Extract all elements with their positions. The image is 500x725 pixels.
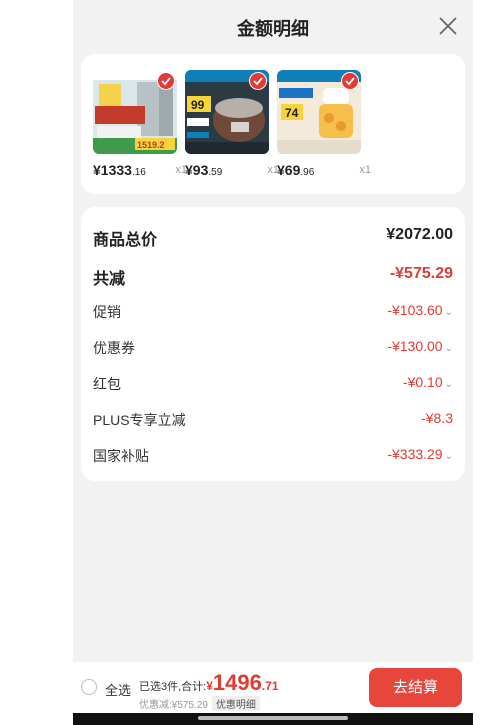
product-price: ¥93.59 — [185, 162, 222, 178]
price-decimal: .16 — [131, 167, 146, 178]
sheet-header: 金额明细 — [73, 0, 473, 54]
detail-row-promotion[interactable]: 促销 -¥103.60 ⌄ — [93, 299, 453, 323]
amount-detail-card: 商品总价 ¥2072.00 共减 -¥575.29 促销 -¥103.60 ⌄ 优… — [81, 207, 465, 481]
product-price: ¥1333.16 — [93, 162, 146, 178]
detail-label: 促销 — [93, 304, 121, 320]
products-card: 1519.2 ¥1333.16 x1 99 ¥93.59 x1 74 ¥69.9… — [81, 54, 465, 194]
chevron-down-icon: ⌄ — [444, 451, 453, 462]
chevron-down-icon: ⌄ — [444, 379, 453, 390]
product-quantity: x1 — [359, 164, 371, 176]
price-integer: ¥93 — [185, 162, 209, 178]
detail-label: 优惠券 — [93, 340, 135, 356]
price-integer: ¥1333 — [93, 162, 132, 178]
detail-label: 商品总价 — [93, 232, 158, 249]
discount-line: 优惠减:¥575.29 优惠明细 — [139, 696, 260, 711]
detail-value: -¥575.29 — [389, 265, 453, 282]
product-image: 99 — [185, 70, 269, 154]
check-icon[interactable] — [157, 72, 175, 90]
product-item[interactable]: 99 ¥93.59 x1 — [185, 70, 279, 178]
detail-label: 国家补贴 — [93, 448, 149, 464]
order-summary: 已选3件,合计:¥1496.71 — [139, 670, 279, 696]
price-integer: ¥69 — [277, 162, 301, 178]
discount-detail-button[interactable]: 优惠明细 — [211, 696, 260, 711]
detail-row-subsidy[interactable]: 国家补贴 -¥333.29 ⌄ — [93, 443, 453, 467]
detail-value: -¥130.00 ⌄ — [387, 338, 453, 354]
detail-row-red-packet[interactable]: 红包 -¥0.10 ⌄ — [93, 371, 453, 395]
discount-text: 优惠减:¥575.29 — [139, 700, 208, 711]
product-item[interactable]: 74 ¥69.96 x1 — [277, 70, 371, 178]
select-all-label[interactable]: 全选 — [105, 680, 131, 699]
detail-label: 共减 — [93, 271, 126, 288]
detail-row-coupon[interactable]: 优惠券 -¥130.00 ⌄ — [93, 335, 453, 359]
detail-value: -¥8.3 — [421, 410, 453, 426]
product-item[interactable]: 1519.2 ¥1333.16 x1 — [93, 70, 187, 178]
product-banner: 74 — [285, 106, 299, 120]
detail-value: -¥333.29 ⌄ — [387, 446, 453, 462]
checkout-bar: 全选 已选3件,合计:¥1496.71 优惠减:¥575.29 优惠明细 去结算 — [73, 662, 473, 713]
checkout-button[interactable]: 去结算 — [369, 668, 462, 707]
home-indicator — [73, 713, 473, 725]
page-title: 金额明细 — [237, 19, 309, 39]
product-price: ¥69.96 — [277, 162, 314, 178]
product-image: 74 — [277, 70, 361, 154]
select-all-radio[interactable] — [81, 679, 97, 695]
chevron-down-icon: ⌄ — [444, 307, 453, 318]
chevron-down-icon: ⌄ — [444, 343, 453, 354]
detail-row-reduction: 共减 -¥575.29 — [93, 262, 453, 288]
selected-summary: 已选3件,合计: — [139, 681, 207, 693]
detail-label: 红包 — [93, 376, 121, 392]
total-amount: ¥1496.71 — [206, 670, 279, 695]
close-icon[interactable] — [437, 15, 459, 37]
product-image: 1519.2 — [93, 70, 177, 154]
detail-label: PLUS专享立减 — [93, 412, 186, 428]
detail-value: ¥2072.00 — [386, 226, 453, 243]
amount-detail-sheet: 金额明细 1519.2 ¥1333.16 x1 99 ¥93.59 x1 74 … — [73, 0, 473, 725]
check-icon[interactable] — [249, 72, 267, 90]
detail-value: -¥0.10 ⌄ — [402, 374, 453, 390]
detail-value: -¥103.60 ⌄ — [387, 302, 453, 318]
price-decimal: .59 — [208, 167, 223, 178]
detail-row-total: 商品总价 ¥2072.00 — [93, 223, 453, 249]
home-indicator-bar — [198, 716, 348, 720]
product-banner: 1519.2 — [137, 140, 165, 150]
check-icon[interactable] — [341, 72, 359, 90]
product-banner: 99 — [191, 98, 205, 112]
price-decimal: .96 — [300, 167, 315, 178]
detail-row-plus: PLUS专享立减 -¥8.3 — [93, 407, 453, 431]
